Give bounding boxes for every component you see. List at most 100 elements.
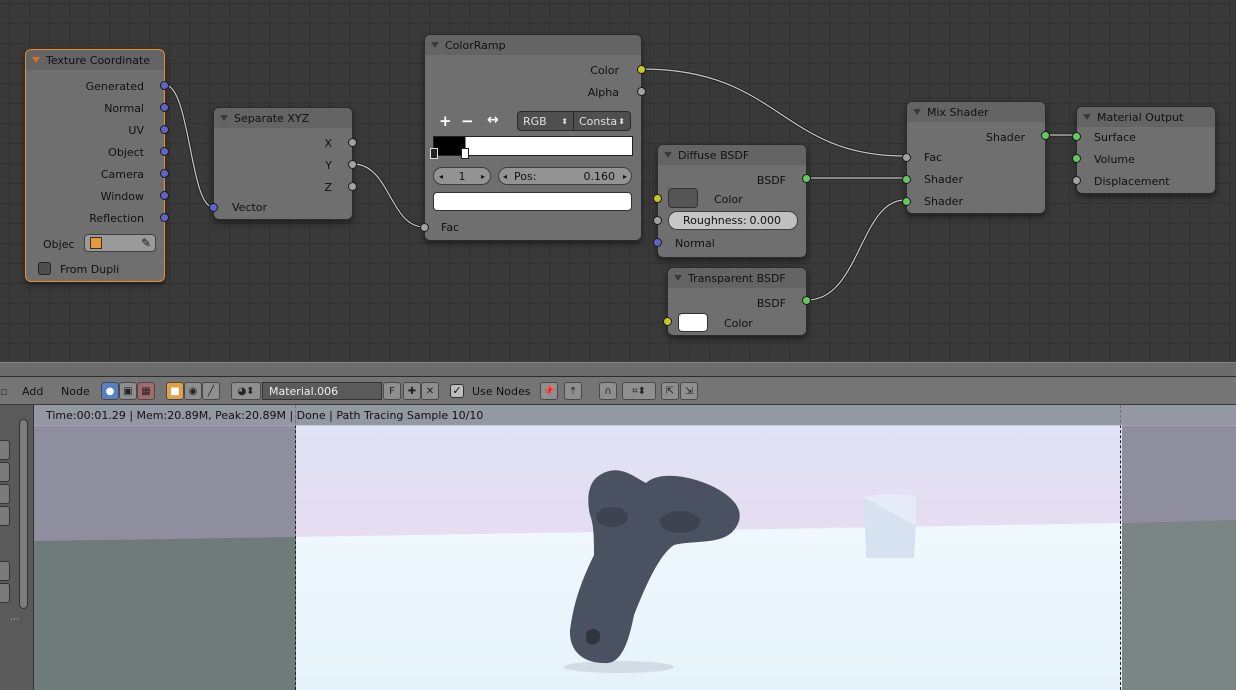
pin-icon[interactable]: 📌 xyxy=(540,382,558,400)
socket-fac[interactable] xyxy=(902,153,911,162)
socket-shader-1[interactable] xyxy=(902,175,911,184)
collapse-arrow-icon[interactable] xyxy=(664,152,672,158)
object-field[interactable]: ✎ xyxy=(84,234,156,252)
new-material-icon[interactable]: ✚ xyxy=(403,382,421,400)
collapse-arrow-icon[interactable] xyxy=(674,275,682,281)
tool-tab[interactable] xyxy=(0,506,10,526)
socket-alpha[interactable] xyxy=(637,87,646,96)
material-name-field[interactable]: Material.006 xyxy=(262,382,382,400)
node-header[interactable]: Mix Shader xyxy=(907,102,1045,122)
texture-nodes-icon[interactable]: ▦ xyxy=(137,382,155,400)
flip-ramp-button[interactable]: ↔ xyxy=(487,112,499,128)
node-editor[interactable]: Texture Coordinate Generated Normal UV O… xyxy=(0,0,1236,362)
socket-object[interactable] xyxy=(160,147,169,156)
shader-nodes-icon[interactable]: ● xyxy=(101,382,119,400)
socket-z[interactable] xyxy=(348,182,357,191)
socket-camera[interactable] xyxy=(160,169,169,178)
remove-stop-button[interactable]: − xyxy=(461,112,474,130)
3d-viewport-render[interactable]: Time:00:01.29 | Mem:20.89M, Peak:20.89M … xyxy=(34,405,1236,690)
diffuse-bsdf-node[interactable]: Diffuse BSDF BSDF Color Roughness: 0.000 … xyxy=(653,144,811,258)
diffuse-color-swatch[interactable] xyxy=(668,188,698,208)
add-menu[interactable]: Add xyxy=(22,385,43,398)
compositing-nodes-icon[interactable]: ▣ xyxy=(119,382,137,400)
color-mode-select[interactable]: RGB ⬍ xyxy=(517,111,574,131)
object-shader-icon[interactable]: ■ xyxy=(166,382,184,400)
unlink-material-icon[interactable]: ✕ xyxy=(421,382,439,400)
node-header[interactable]: ColorRamp xyxy=(425,35,641,55)
right-arrow-icon[interactable]: ▸ xyxy=(481,172,485,181)
stop-color-swatch[interactable] xyxy=(433,192,632,211)
collapse-arrow-icon[interactable] xyxy=(913,109,921,115)
color-ramp-node[interactable]: ColorRamp Color Alpha + − ↔ RGB ⬍ Consta ⬍… xyxy=(420,34,646,241)
resize-grip-icon[interactable]: ⋯ xyxy=(10,615,19,625)
node-header[interactable]: Separate XYZ xyxy=(214,108,352,128)
socket-color-input[interactable] xyxy=(653,194,662,203)
socket-normal-input[interactable] xyxy=(653,238,662,247)
parent-node-icon[interactable]: ⤒ xyxy=(564,382,582,400)
right-arrow-icon[interactable]: ▸ xyxy=(623,172,627,181)
tool-tab[interactable] xyxy=(0,462,10,482)
tool-tab[interactable] xyxy=(0,484,10,504)
socket-uv[interactable] xyxy=(160,125,169,134)
mix-shader-node[interactable]: Mix Shader Shader Fac Shader Shader xyxy=(902,101,1050,214)
roughness-slider[interactable]: Roughness: 0.000 xyxy=(668,211,798,230)
socket-fac[interactable] xyxy=(420,223,429,232)
add-stop-button[interactable]: + xyxy=(439,112,452,130)
socket-volume[interactable] xyxy=(1072,154,1081,163)
socket-color[interactable] xyxy=(637,65,646,74)
collapse-arrow-icon[interactable] xyxy=(32,57,40,63)
tool-tab[interactable] xyxy=(0,561,10,581)
socket-bsdf[interactable] xyxy=(802,296,811,305)
use-nodes-checkbox[interactable]: ✓ xyxy=(450,384,464,398)
socket-generated[interactable] xyxy=(160,81,169,90)
toolshelf-scrollbar[interactable] xyxy=(19,419,28,609)
socket-surface[interactable] xyxy=(1072,132,1081,141)
interpolation-select[interactable]: Consta ⬍ xyxy=(573,111,631,131)
node-menu[interactable]: Node xyxy=(61,385,90,398)
socket-reflection[interactable] xyxy=(160,213,169,222)
socket-displacement[interactable] xyxy=(1072,176,1081,185)
socket-shader-output[interactable] xyxy=(1041,131,1050,140)
socket-x[interactable] xyxy=(348,138,357,147)
ramp-stop-handle-active[interactable] xyxy=(461,148,469,159)
material-browse-icon[interactable]: ◕⬍ xyxy=(231,382,261,400)
socket-y[interactable] xyxy=(348,160,357,169)
collapse-arrow-icon[interactable] xyxy=(1083,114,1091,120)
material-output-node[interactable]: Material Output Surface Volume Displacem… xyxy=(1072,106,1216,194)
socket-bsdf[interactable] xyxy=(802,174,811,183)
fake-user-button[interactable]: F xyxy=(383,382,401,400)
texture-coordinate-node[interactable]: Texture Coordinate Generated Normal UV O… xyxy=(25,49,169,282)
socket-roughness[interactable] xyxy=(653,216,662,225)
snap-element-icon[interactable]: ⌗⬍ xyxy=(622,382,656,400)
copy-nodes-icon[interactable]: ⇱ xyxy=(661,382,679,400)
node-header[interactable]: Material Output xyxy=(1077,107,1215,127)
snap-toggle-icon[interactable]: ∩ xyxy=(599,382,617,400)
node-header[interactable]: Transparent BSDF xyxy=(668,268,806,288)
transparent-color-swatch[interactable] xyxy=(678,313,708,332)
socket-normal[interactable] xyxy=(160,103,169,112)
collapse-arrow-icon[interactable] xyxy=(431,42,439,48)
left-arrow-icon[interactable]: ◂ xyxy=(439,172,443,181)
stop-index-field[interactable]: ◂ 1 ▸ xyxy=(433,167,491,185)
transparent-bsdf-node[interactable]: Transparent BSDF BSDF Color xyxy=(663,267,811,336)
world-shader-icon[interactable]: ◉ xyxy=(184,382,202,400)
collapse-arrow-icon[interactable] xyxy=(220,115,228,121)
socket-vector[interactable] xyxy=(209,203,218,212)
editor-type-edge[interactable]: ▫ xyxy=(0,385,7,398)
socket-window[interactable] xyxy=(160,191,169,200)
left-arrow-icon[interactable]: ◂ xyxy=(503,172,507,181)
ramp-stop-handle[interactable] xyxy=(430,148,438,159)
node-header[interactable]: Texture Coordinate xyxy=(26,50,164,70)
node-header[interactable]: Diffuse BSDF xyxy=(658,145,806,165)
socket-shader-2[interactable] xyxy=(902,197,911,206)
from-dupli-checkbox[interactable] xyxy=(38,262,51,275)
line-style-icon[interactable]: ╱ xyxy=(202,382,220,400)
paste-nodes-icon[interactable]: ⇲ xyxy=(680,382,698,400)
position-field[interactable]: ◂ Pos: 0.160 ▸ xyxy=(498,167,632,185)
area-divider[interactable] xyxy=(0,362,1236,377)
tool-tab[interactable] xyxy=(0,440,10,460)
tool-tab[interactable] xyxy=(0,583,10,603)
socket-color-input[interactable] xyxy=(663,317,672,326)
eyedropper-icon[interactable]: ✎ xyxy=(141,236,151,250)
separate-xyz-node[interactable]: Separate XYZ X Y Z Vector xyxy=(209,107,357,220)
